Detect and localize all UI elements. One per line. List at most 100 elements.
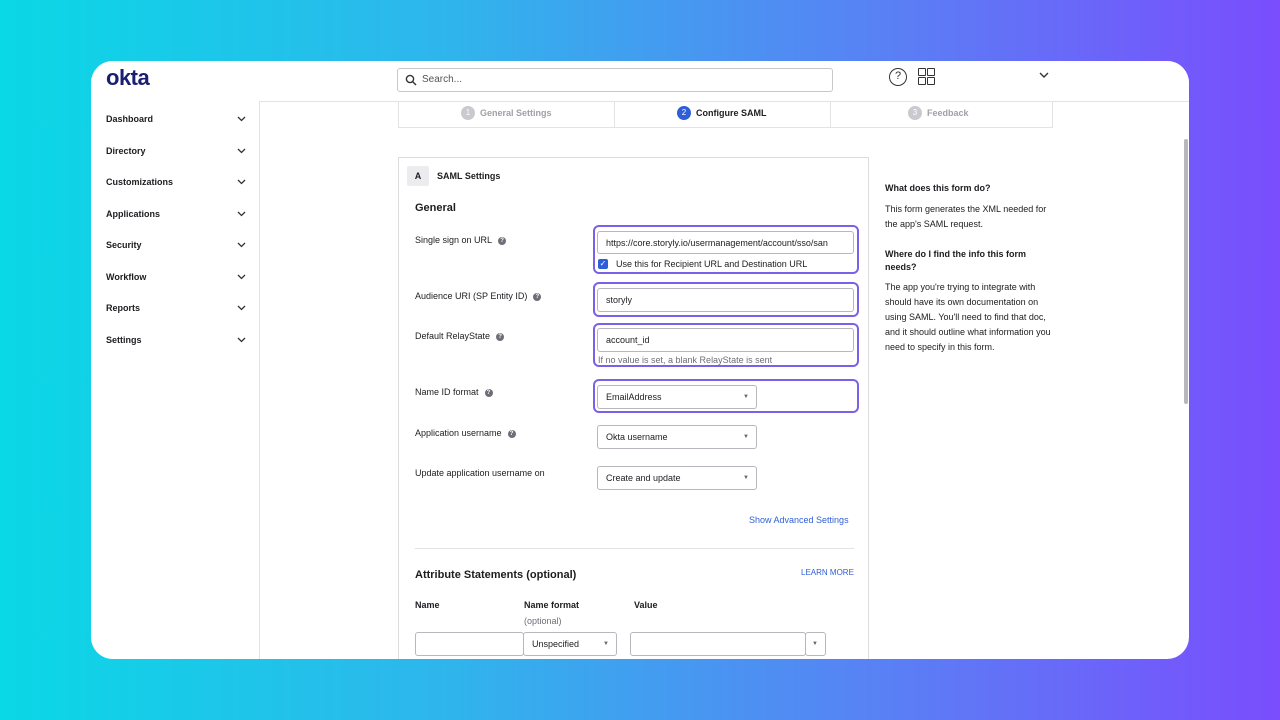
step-number: 1	[461, 106, 475, 120]
relay-state-hint: If no value is set, a blank RelayState i…	[598, 355, 773, 365]
help-question-1: What does this form do?	[885, 183, 991, 193]
field-label-text: Single sign on URL	[415, 235, 493, 245]
chevron-down-icon	[237, 211, 246, 217]
app-grid-icon[interactable]	[918, 68, 935, 85]
step-general-settings[interactable]: 1 General Settings	[399, 101, 615, 127]
sidebar-item-reports[interactable]: Reports	[106, 299, 246, 319]
panel-title: SAML Settings	[437, 171, 501, 181]
user-menu-chevron-down-icon[interactable]	[1039, 71, 1049, 79]
recipient-url-checkbox[interactable]: ✓	[598, 259, 608, 269]
search-placeholder: Search...	[422, 74, 463, 85]
sidebar-item-security[interactable]: Security	[106, 236, 246, 256]
step-number: 2	[677, 106, 691, 120]
wizard-steps: 1 General Settings 2 Configure SAML 3 Fe…	[398, 101, 1053, 128]
select-value: Unspecified	[532, 639, 580, 649]
sidebar-item-workflow[interactable]: Workflow	[106, 268, 246, 288]
select-value: EmailAddress	[606, 392, 662, 402]
okta-logo[interactable]: okta	[106, 65, 150, 91]
dropdown-arrow-icon: ▼	[743, 394, 749, 400]
field-label-text: Default RelayState	[415, 331, 491, 341]
general-heading: General	[415, 202, 456, 214]
update-username-select[interactable]: Create and update ▼	[597, 466, 757, 490]
help-tooltip-icon[interactable]: ?	[484, 388, 493, 397]
column-header-name-format: Name format	[524, 600, 580, 610]
help-answer-1: This form generates the XML needed for t…	[885, 204, 1047, 229]
column-header-name: Name	[415, 600, 440, 610]
search-icon	[405, 74, 417, 86]
top-bar: okta Search... ?	[91, 61, 1189, 102]
select-value: Create and update	[606, 473, 681, 483]
column-header-optional: (optional)	[524, 616, 562, 626]
dropdown-arrow-icon: ▼	[812, 641, 818, 647]
chevron-down-icon	[237, 274, 246, 280]
dropdown-arrow-icon: ▼	[603, 641, 609, 647]
chevron-down-icon	[237, 148, 246, 154]
checkbox-label: Use this for Recipient URL and Destinati…	[616, 259, 808, 269]
step-label: General Settings	[480, 108, 552, 118]
sidebar-item-customizations[interactable]: Customizations	[106, 173, 246, 193]
dropdown-arrow-icon: ▼	[743, 434, 749, 440]
sso-url-label: Single sign on URL?	[415, 235, 507, 245]
update-username-label: Update application username on	[415, 468, 545, 478]
relay-state-label: Default RelayState?	[415, 331, 505, 341]
sidebar-item-directory[interactable]: Directory	[106, 142, 246, 162]
sidebar-item-dashboard[interactable]: Dashboard	[106, 110, 246, 130]
step-number: 3	[908, 106, 922, 120]
sidebar-item-applications[interactable]: Applications	[106, 205, 246, 225]
help-tooltip-icon[interactable]: ?	[533, 292, 542, 301]
help-answer-2: The app you're trying to integrate with …	[885, 282, 1051, 352]
field-label-text: Name ID format	[415, 387, 479, 397]
sidebar-item-label: Settings	[106, 335, 142, 345]
sidebar-item-settings[interactable]: Settings	[106, 331, 246, 351]
search-input[interactable]: Search...	[397, 68, 833, 92]
sidebar-item-label: Security	[106, 240, 142, 250]
sidebar-item-label: Directory	[106, 146, 146, 156]
sidebar-item-label: Reports	[106, 303, 141, 313]
page-scrollbar[interactable]	[1184, 139, 1188, 404]
name-id-format-label: Name ID format?	[415, 387, 493, 397]
app-username-select[interactable]: Okta username ▼	[597, 425, 757, 449]
field-label-text: Application username	[415, 428, 502, 438]
sidebar-item-label: Workflow	[106, 272, 147, 282]
field-label-text: Audience URI (SP Entity ID)	[415, 291, 528, 301]
attribute-statements-heading: Attribute Statements (optional)	[415, 569, 577, 581]
audience-uri-input[interactable]: storyly	[597, 288, 854, 312]
learn-more-link[interactable]: LEARN MORE	[801, 568, 854, 577]
select-value: Okta username	[606, 432, 668, 442]
sidebar-item-label: Dashboard	[106, 114, 154, 124]
audience-uri-label: Audience URI (SP Entity ID)?	[415, 291, 542, 301]
attribute-format-select[interactable]: Unspecified ▼	[523, 632, 617, 656]
step-label: Feedback	[927, 108, 969, 118]
chevron-down-icon	[237, 179, 246, 185]
chevron-down-icon	[237, 337, 246, 343]
name-id-format-select[interactable]: EmailAddress ▼	[597, 385, 757, 409]
saml-settings-panel: A SAML Settings General Single sign on U…	[398, 157, 869, 659]
step-label: Configure SAML	[696, 108, 767, 118]
input-value: storyly	[606, 295, 633, 305]
sso-url-input[interactable]: https://core.storyly.io/usermanagement/a…	[597, 231, 854, 254]
app-username-label: Application username?	[415, 428, 516, 438]
input-value: account_id	[606, 335, 650, 345]
step-feedback[interactable]: 3 Feedback	[831, 101, 1047, 127]
help-icon[interactable]: ?	[889, 68, 907, 86]
input-value: https://core.storyly.io/usermanagement/a…	[606, 237, 828, 248]
chevron-down-icon	[237, 116, 246, 122]
show-advanced-settings-link[interactable]: Show Advanced Settings	[749, 515, 849, 525]
help-tooltip-icon[interactable]: ?	[498, 236, 507, 245]
chevron-down-icon	[237, 242, 246, 248]
sidebar: Dashboard Directory Customizations Appli…	[91, 101, 260, 659]
column-header-value: Value	[634, 600, 658, 610]
help-question-2: Where do I find the info this form needs…	[885, 249, 1026, 272]
attribute-value-input[interactable]	[630, 632, 806, 656]
relay-state-input[interactable]: account_id	[597, 328, 854, 352]
sidebar-item-label: Applications	[106, 209, 161, 219]
chevron-down-icon	[237, 305, 246, 311]
attribute-name-input[interactable]	[415, 632, 524, 656]
help-tooltip-icon[interactable]: ?	[507, 429, 516, 438]
section-divider	[415, 548, 854, 549]
sidebar-item-label: Customizations	[106, 177, 174, 187]
section-badge: A	[407, 166, 429, 186]
step-configure-saml[interactable]: 2 Configure SAML	[615, 101, 831, 127]
help-tooltip-icon[interactable]: ?	[496, 332, 505, 341]
attribute-value-dropdown[interactable]: ▼	[805, 632, 826, 656]
